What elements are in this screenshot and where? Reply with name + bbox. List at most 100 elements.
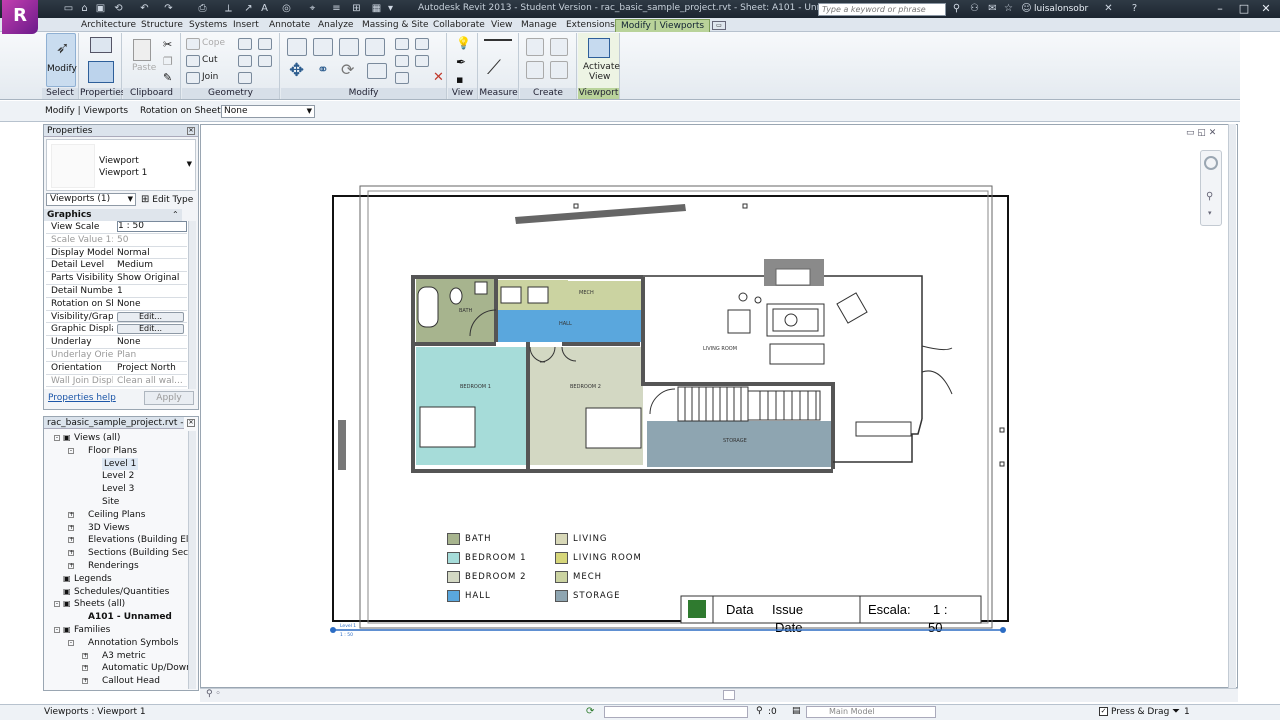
group-header-graphics[interactable]: Graphics [44,209,182,221]
tab-insert[interactable]: Insert [228,19,264,32]
user-name[interactable]: luisalonsobr [1034,4,1088,14]
property-value[interactable]: 1 : 50 [117,221,187,232]
browser-item[interactable]: Legends [74,573,112,585]
property-edit-button[interactable]: Edit... [117,324,184,335]
expand-node-icon[interactable]: + [68,563,74,569]
collapse-node-icon[interactable]: - [68,639,74,646]
room-storage-fill[interactable] [647,421,833,467]
property-row[interactable]: Wall Join Display Clean all wal... [46,375,187,388]
create-parts-icon[interactable] [550,38,568,56]
wall-joins-icon[interactable] [238,38,252,50]
pin-icon[interactable] [395,72,409,84]
kitchen-counter[interactable] [855,421,912,437]
room-label-mech[interactable]: MECH [579,290,594,296]
room-color-legend[interactable]: BATH BEDROOM 1 BEDROOM 2 HALL LIVING LIVING R… [447,533,677,609]
sync-icon[interactable]: ⟲ [112,3,125,15]
activate-view-label-2[interactable]: View [589,72,610,82]
help-icon[interactable]: ? [1128,3,1141,15]
open-icon[interactable]: ▭ [62,3,75,15]
viewport-grip[interactable] [999,427,1005,433]
room-label-bedroom2[interactable]: BEDROOM 2 [570,384,601,390]
redo-icon[interactable]: ↷ [162,3,175,15]
tab-systems[interactable]: Systems [184,19,232,32]
press-drag-checkbox[interactable]: ✓ [1099,707,1108,716]
text-icon[interactable]: A [258,3,271,15]
canvas-vertical-scrollbar[interactable] [1228,124,1236,688]
design-option-select[interactable]: Main Model [806,706,936,718]
measure-distance-icon[interactable] [484,39,512,42]
expand-node-icon[interactable]: + [82,652,88,659]
split-icon[interactable] [395,38,409,50]
browser-item[interactable]: Renderings [88,560,139,572]
collapse-node-icon[interactable]: - [68,447,74,454]
collapse-node-icon[interactable]: - [54,601,60,608]
close-icon[interactable]: ✕ [1258,2,1274,16]
browser-item[interactable]: Sections (Building Section) [88,547,190,559]
property-edit-button[interactable]: Edit... [117,311,184,322]
create-similar-icon[interactable] [550,61,568,79]
measure-icon[interactable]: ⟂ [222,3,235,15]
room-label-bath[interactable]: BATH [459,308,473,314]
property-value[interactable]: Normal [117,247,187,259]
browser-item[interactable]: Families [74,624,110,636]
join-icon[interactable] [186,72,200,84]
communication-icon[interactable]: ✉ [986,3,999,15]
property-row[interactable]: View Scale 1 : 50 [46,221,187,234]
instance-filter-select[interactable]: Viewports (1) ▼ [46,193,136,206]
armchair-west[interactable] [727,309,751,334]
section-icon[interactable]: ⌖ [306,3,319,15]
minimize-icon[interactable]: – [1212,2,1228,16]
type-properties-icon[interactable] [90,37,112,53]
type-selector[interactable]: Viewport Viewport 1 ▼ [46,139,196,191]
browser-item[interactable]: Sheets (all) [74,598,125,610]
property-row[interactable]: Parts Visibility Show Original [46,272,187,285]
properties-help-link[interactable]: Properties help [48,393,116,403]
offset-icon[interactable] [313,38,333,56]
scale-icon[interactable] [415,55,429,67]
user-icon[interactable]: ☺ [1020,3,1033,15]
tab-manage[interactable]: Manage [516,19,562,32]
3d-view-icon[interactable]: ◎ [280,3,293,15]
copy-icon[interactable]: ❐ [163,55,173,68]
washer[interactable] [500,286,522,304]
browser-close-icon[interactable]: ✕ [187,419,195,427]
room-label-living-room[interactable]: LIVING ROOM [703,346,737,352]
apply-button[interactable]: Apply [144,391,194,405]
linework-pen-icon[interactable]: ✒ [456,55,466,69]
paint-icon[interactable] [238,72,252,84]
property-value[interactable]: Show Original [117,272,187,284]
browser-item[interactable]: A3 metric [102,650,146,662]
rotation-on-sheet-select[interactable]: None ▼ [221,105,315,118]
collapse-icon[interactable]: ⌃ [172,210,179,219]
override-graphics-icon[interactable]: 💡 [456,36,471,50]
array-icon[interactable] [395,55,409,67]
dimension-icon[interactable]: ↗ [242,3,255,15]
sheet-view-controls[interactable]: ⚲ ◦ [206,689,221,699]
property-row[interactable]: Display Model Normal [46,247,187,260]
viewport-title[interactable]: Level 1 [340,623,356,629]
property-value[interactable]: None [117,298,187,310]
property-row[interactable]: Visibility/Grap... Edit... [46,311,187,324]
browser-item[interactable]: 3D Views [88,522,130,534]
browser-item[interactable]: Ceiling Plans [88,509,145,521]
browser-item[interactable]: Automatic Up/Down Dir [102,662,190,674]
close-hidden-icon[interactable]: ⊞ [350,3,363,15]
split-gap-icon[interactable] [415,38,429,50]
exchange-icon[interactable]: ✕ [1102,3,1115,15]
collapse-node-icon[interactable]: - [54,627,60,633]
tab-architecture[interactable]: Architecture [76,19,141,32]
room-label-bedroom1[interactable]: BEDROOM 1 [460,384,491,390]
thin-lines-icon[interactable]: ≡ [330,3,343,15]
active-workset-select[interactable] [604,706,748,718]
browser-item[interactable]: A101 - Unnamed [88,611,172,623]
print-icon[interactable]: ⎙ [196,3,209,15]
room-label-hall[interactable]: HALL [559,321,572,327]
edit-type-button[interactable]: ⊞ Edit Type [141,193,197,206]
modify-button[interactable]: ➶ Modify [46,33,77,87]
browser-item[interactable]: Elevations (Building Elevatio [88,534,190,546]
horizontal-scroll-thumb[interactable] [723,690,735,700]
sofa[interactable] [769,343,825,365]
help-search-input[interactable]: Type a keyword or phrase [818,3,946,16]
bed-bedroom2[interactable] [585,407,642,449]
browser-item[interactable]: Annotation Symbols [88,637,178,649]
